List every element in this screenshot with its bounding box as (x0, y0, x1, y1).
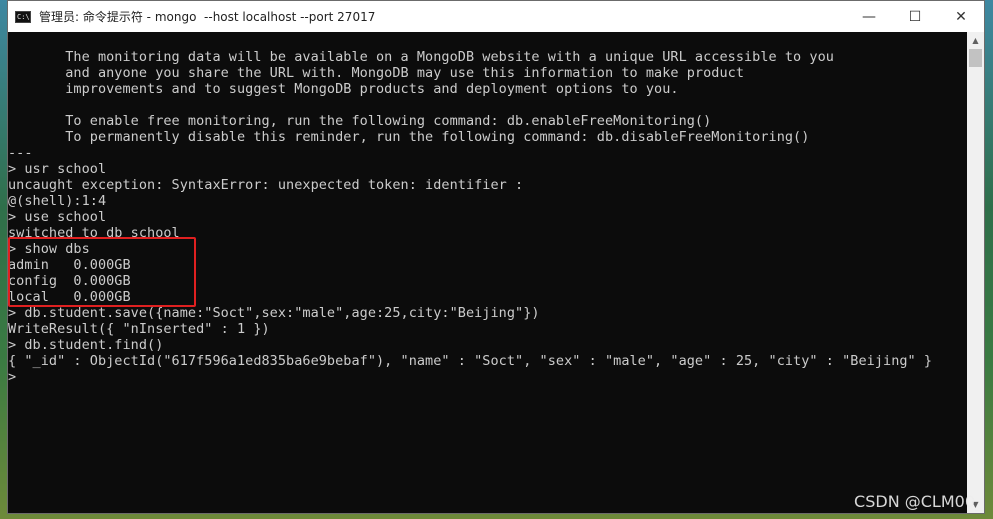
maximize-button[interactable]: ☐ (892, 1, 938, 32)
console-line: config 0.000GB (8, 273, 131, 289)
cmd-app-icon[interactable] (15, 10, 31, 23)
scroll-up-icon[interactable]: ▲ (967, 32, 984, 49)
console-line: To permanently disable this reminder, ru… (8, 129, 810, 145)
console-line: > db.student.find() (8, 337, 164, 353)
minimize-button[interactable]: — (846, 1, 892, 32)
window-title: 管理员: 命令提示符 - mongo --host localhost --po… (39, 10, 376, 24)
console-prompt-line[interactable]: > (8, 369, 968, 385)
console-line: @(shell):1:4 (8, 193, 107, 209)
console-line: --- (8, 145, 33, 161)
command-prompt-window[interactable]: 管理员: 命令提示符 - mongo --host localhost --po… (7, 0, 985, 514)
console-line: The monitoring data will be available on… (8, 49, 834, 65)
title-bar[interactable]: 管理员: 命令提示符 - mongo --host localhost --po… (8, 1, 984, 32)
console-line: switched to db school (8, 225, 180, 241)
desktop-background: 管理员: 命令提示符 - mongo --host localhost --po… (0, 0, 993, 519)
scroll-thumb[interactable] (969, 49, 982, 67)
console-line: > usr school (8, 161, 107, 177)
csdn-watermark: CSDN @CLM00_ (854, 492, 983, 511)
close-button[interactable]: ✕ (938, 1, 984, 32)
console-line: { "_id" : ObjectId("617f596a1ed835ba6e9b… (8, 353, 933, 369)
console-line: admin 0.000GB (8, 257, 131, 273)
console-line: local 0.000GB (8, 289, 131, 305)
console-output[interactable]: The monitoring data will be available on… (8, 32, 968, 513)
console-line: improvements and to suggest MongoDB prod… (8, 81, 679, 97)
console-line: To enable free monitoring, run the follo… (8, 113, 712, 129)
console-line: uncaught exception: SyntaxError: unexpec… (8, 177, 524, 193)
console-line: > use school (8, 209, 107, 225)
console-line: WriteResult({ "nInserted" : 1 }) (8, 321, 270, 337)
console-line: > db.student.save({name:"Soct",sex:"male… (8, 305, 540, 321)
console-line: and anyone you share the URL with. Mongo… (8, 65, 744, 81)
vertical-scrollbar[interactable]: ▲ ▼ (967, 32, 984, 513)
console-line: > show dbs (8, 241, 90, 257)
